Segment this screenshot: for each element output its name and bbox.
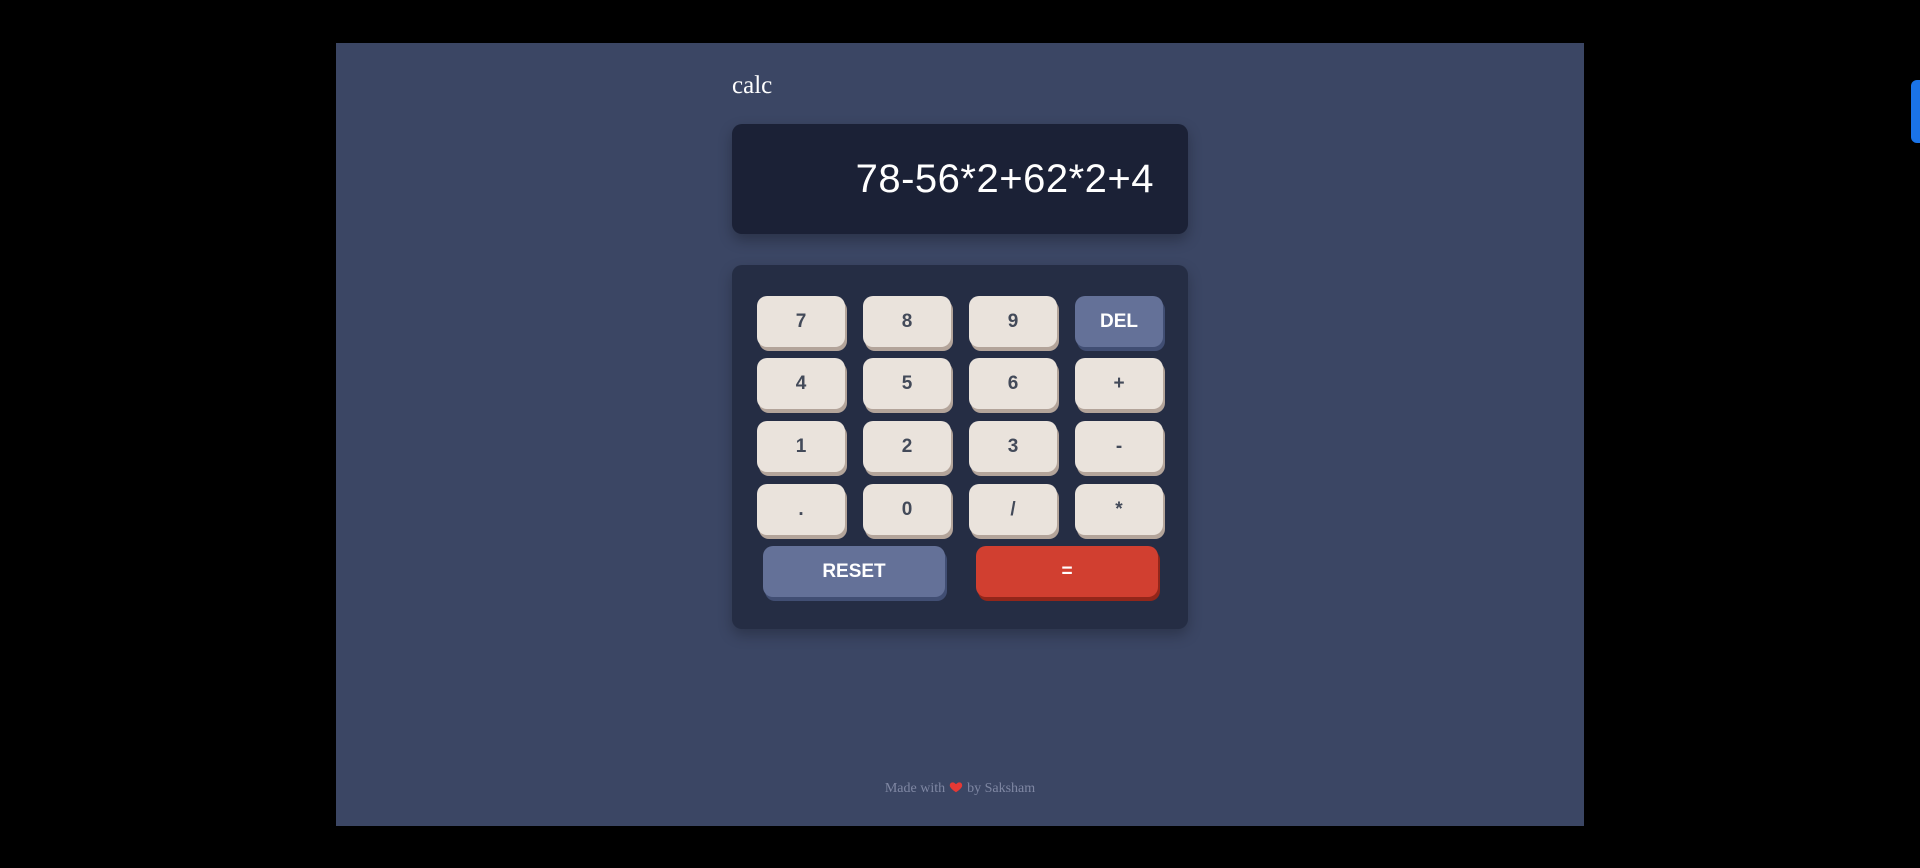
reset-button[interactable]: RESET — [763, 546, 945, 597]
equals-button[interactable]: = — [976, 546, 1158, 597]
key-plus[interactable]: + — [1075, 358, 1163, 409]
key-0[interactable]: 0 — [863, 484, 951, 535]
delete-button[interactable]: DEL — [1075, 296, 1163, 347]
footer: Made with by Saksham — [336, 780, 1584, 797]
key-6[interactable]: 6 — [969, 358, 1057, 409]
key-minus[interactable]: - — [1075, 421, 1163, 472]
key-2[interactable]: 2 — [863, 421, 951, 472]
key-1[interactable]: 1 — [757, 421, 845, 472]
calculator-display: 78-56*2+62*2+4 — [732, 124, 1188, 234]
key-decimal[interactable]: . — [757, 484, 845, 535]
display-value: 78-56*2+62*2+4 — [855, 156, 1154, 201]
key-7[interactable]: 7 — [757, 296, 845, 347]
key-divide[interactable]: / — [969, 484, 1057, 535]
key-3[interactable]: 3 — [969, 421, 1057, 472]
key-9[interactable]: 9 — [969, 296, 1057, 347]
key-5[interactable]: 5 — [863, 358, 951, 409]
key-4[interactable]: 4 — [757, 358, 845, 409]
app-viewport: calc 78-56*2+62*2+4 7 8 9 DEL 4 5 6 + 1 … — [336, 43, 1584, 826]
app-title: calc — [732, 72, 773, 99]
side-tab[interactable] — [1911, 80, 1920, 143]
key-8[interactable]: 8 — [863, 296, 951, 347]
footer-author: by Saksham — [967, 781, 1036, 796]
heart-icon — [949, 782, 963, 793]
key-multiply[interactable]: * — [1075, 484, 1163, 535]
keypad: 7 8 9 DEL 4 5 6 + 1 2 3 - . 0 / * RESET … — [732, 265, 1188, 629]
footer-made-with: Made with — [884, 781, 946, 796]
